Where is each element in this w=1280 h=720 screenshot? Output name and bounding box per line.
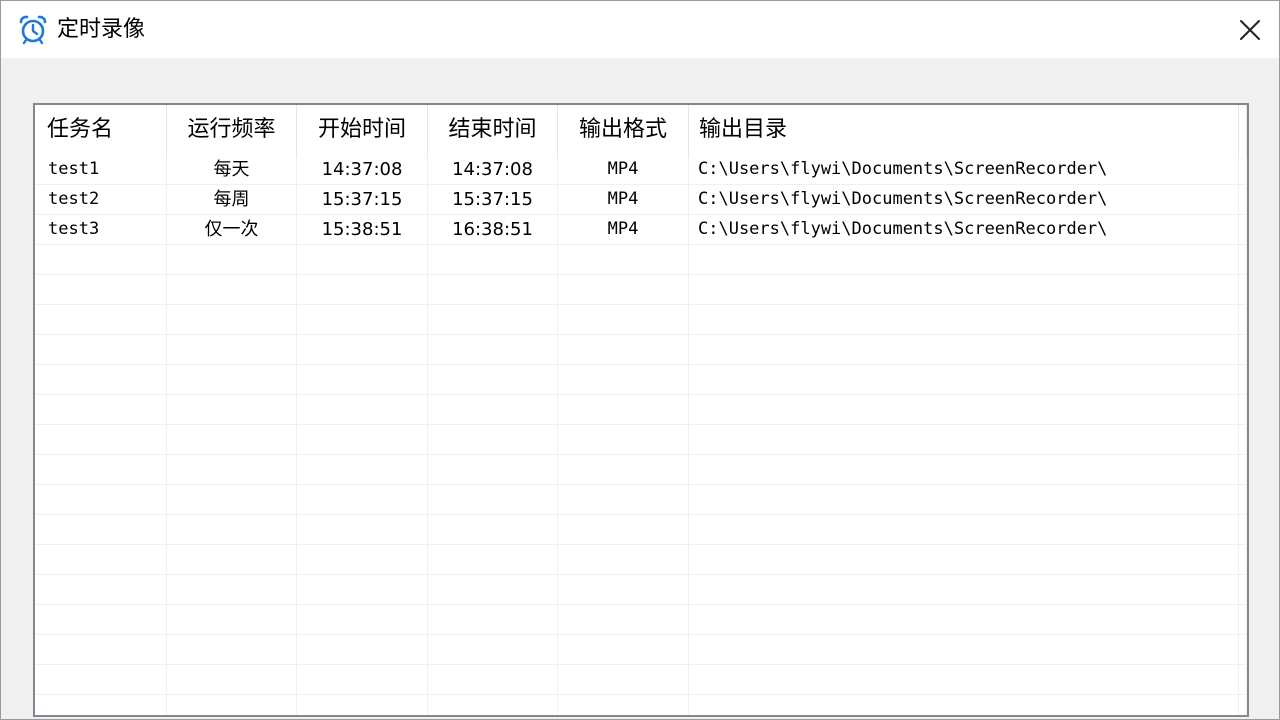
end-time-cell: 15:37:15 (428, 185, 558, 214)
task-name-cell: test3 (35, 215, 167, 244)
start-time-cell: 15:38:51 (297, 215, 428, 244)
format-cell: MP4 (558, 155, 689, 184)
column-header-frequency[interactable]: 运行频率 (167, 105, 297, 155)
output-dir-cell: C:\Users\flywi\Documents\ScreenRecorder\ (689, 155, 1239, 184)
empty-row (35, 245, 1247, 275)
column-header-output-format[interactable]: 输出格式 (558, 105, 689, 155)
column-header-output-dir[interactable]: 输出目录 (689, 105, 1239, 155)
empty-row (35, 395, 1247, 425)
task-name-cell: test1 (35, 155, 167, 184)
title-bar: 定时录像 (1, 1, 1279, 58)
task-name-cell: test2 (35, 185, 167, 214)
close-icon (1240, 19, 1260, 40)
empty-row (35, 635, 1247, 665)
filler-cell (1239, 215, 1247, 244)
column-header-task-name[interactable]: 任务名 (35, 105, 167, 155)
empty-row (35, 455, 1247, 485)
output-dir-cell: C:\Users\flywi\Documents\ScreenRecorder\ (689, 215, 1239, 244)
task-list[interactable]: 任务名 运行频率 开始时间 结束时间 输出格式 输出目录 test1 每天 14… (33, 103, 1249, 717)
column-header-start-time[interactable]: 开始时间 (297, 105, 428, 155)
empty-row (35, 335, 1247, 365)
format-cell: MP4 (558, 185, 689, 214)
empty-row (35, 485, 1247, 515)
frequency-cell: 每天 (167, 155, 297, 184)
empty-row (35, 515, 1247, 545)
empty-row (35, 605, 1247, 635)
end-time-cell: 14:37:08 (428, 155, 558, 184)
start-time-cell: 15:37:15 (297, 185, 428, 214)
empty-row (35, 275, 1247, 305)
scheduled-recording-dialog: 定时录像 任务名 运行频率 开始时间 结束时间 输出格式 输出目录 test1 … (0, 0, 1280, 720)
empty-row (35, 695, 1247, 715)
table-row[interactable]: test1 每天 14:37:08 14:37:08 MP4 C:\Users\… (35, 155, 1247, 185)
column-header-end-time[interactable]: 结束时间 (428, 105, 558, 155)
list-header: 任务名 运行频率 开始时间 结束时间 输出格式 输出目录 (35, 105, 1247, 155)
close-button[interactable] (1221, 1, 1279, 58)
table-row[interactable]: test2 每周 15:37:15 15:37:15 MP4 C:\Users\… (35, 185, 1247, 215)
list-body: test1 每天 14:37:08 14:37:08 MP4 C:\Users\… (35, 155, 1247, 715)
format-cell: MP4 (558, 215, 689, 244)
empty-row (35, 575, 1247, 605)
filler-cell (1239, 185, 1247, 214)
empty-row (35, 545, 1247, 575)
empty-row (35, 365, 1247, 395)
empty-row (35, 425, 1247, 455)
frequency-cell: 仅一次 (167, 215, 297, 244)
alarm-clock-icon (19, 15, 47, 45)
empty-row (35, 665, 1247, 695)
column-header-filler (1239, 105, 1247, 155)
empty-row (35, 305, 1247, 335)
start-time-cell: 14:37:08 (297, 155, 428, 184)
end-time-cell: 16:38:51 (428, 215, 558, 244)
window-title: 定时录像 (57, 17, 146, 42)
table-row[interactable]: test3 仅一次 15:38:51 16:38:51 MP4 C:\Users… (35, 215, 1247, 245)
output-dir-cell: C:\Users\flywi\Documents\ScreenRecorder\ (689, 185, 1239, 214)
filler-cell (1239, 155, 1247, 184)
frequency-cell: 每周 (167, 185, 297, 214)
